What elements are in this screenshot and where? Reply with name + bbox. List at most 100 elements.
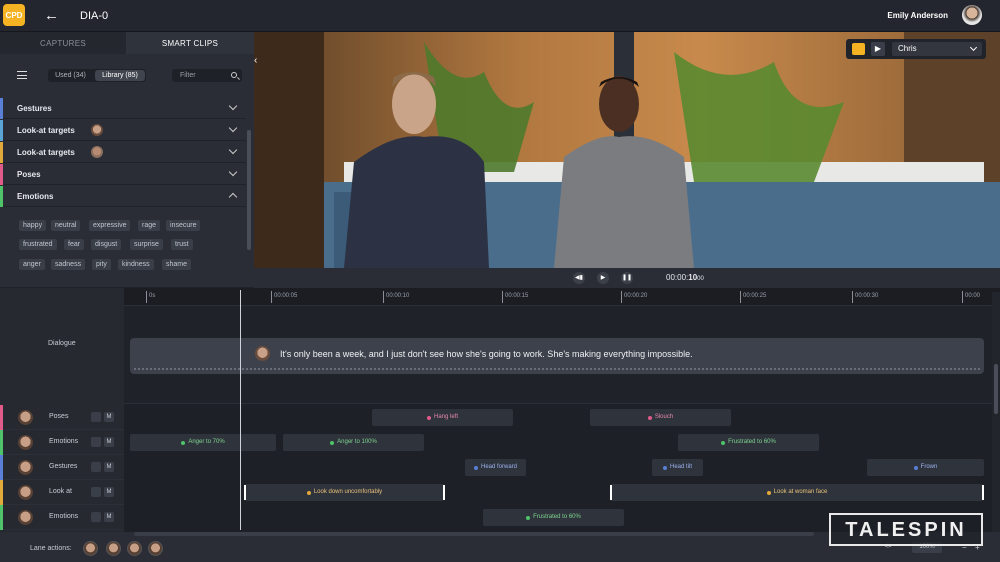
lane-track[interactable]: Head forward Head tilt Frown [124, 455, 992, 480]
timecode: 00:00:1000 [666, 273, 704, 282]
chip-pity[interactable]: pity [92, 259, 111, 270]
lane-color-bar [0, 480, 3, 505]
category-emotions[interactable]: Emotions [0, 186, 246, 207]
camera-picker: ▶ Chris [846, 39, 986, 59]
character-icon[interactable] [852, 43, 865, 55]
lane-color-bar [0, 505, 3, 530]
character-face-icon [18, 410, 33, 425]
pause-icon[interactable]: ❚❚ [621, 272, 633, 284]
character-face-icon[interactable] [106, 541, 121, 556]
lane-track[interactable]: Anger to 70% Anger to 100% Frustrated to… [124, 430, 992, 455]
lane-track[interactable]: Hang left Slouch [124, 405, 992, 430]
filter-input[interactable]: Filter [172, 69, 242, 82]
chip-insecure[interactable]: insecure [166, 220, 201, 231]
clip-head-tilt[interactable]: Head tilt [652, 459, 703, 476]
clip-head-forward[interactable]: Head forward [465, 459, 526, 476]
character-face-icon[interactable] [127, 541, 142, 556]
clip-trim-handle[interactable] [982, 485, 984, 500]
lane-mute-button[interactable]: M [104, 412, 114, 422]
clip-trim-handle[interactable] [443, 485, 445, 500]
lane-visibility-checkbox[interactable] [91, 412, 101, 422]
user-name[interactable]: Emily Anderson [887, 11, 948, 20]
chip-neutral[interactable]: neutral [51, 220, 81, 231]
used-toggle[interactable]: Used (34) [48, 69, 93, 82]
clip-slouch[interactable]: Slouch [590, 409, 731, 426]
library-toggle[interactable]: Library (85) [95, 70, 145, 81]
character-face-icon[interactable] [83, 541, 98, 556]
category-label: Emotions [17, 192, 54, 201]
clip-frustrated-60[interactable]: Frustrated to 60% [678, 434, 819, 451]
lane-visibility-checkbox[interactable] [91, 487, 101, 497]
clip-label: Hang left [433, 414, 458, 420]
timecode-seconds: 10 [688, 273, 698, 282]
lane-color-bar [0, 430, 3, 455]
clip-label: Frustrated to 60% [533, 514, 581, 520]
lane-mute-button[interactable]: M [104, 512, 114, 522]
lane-track[interactable]: Look down uncomfortably Look at woman fa… [124, 480, 992, 505]
chip-trust[interactable]: trust [171, 239, 193, 250]
chip-kindness[interactable]: kindness [118, 259, 154, 270]
chip-surprise[interactable]: surprise [130, 239, 163, 250]
scene-viewport[interactable] [254, 32, 1000, 268]
character-face-icon[interactable] [148, 541, 163, 556]
category-look-at-targets-1[interactable]: Look-at targets [0, 120, 246, 141]
skip-back-icon[interactable]: ◀▮ [573, 272, 585, 284]
chip-rage[interactable]: rage [138, 220, 161, 231]
clip-frustrated-60-b[interactable]: Frustrated to 60% [483, 509, 624, 526]
scroll-thumb[interactable] [994, 364, 998, 414]
chip-frustrated[interactable]: frustrated [19, 239, 57, 250]
lane-visibility-checkbox[interactable] [91, 437, 101, 447]
left-panel-scrollbar[interactable] [247, 130, 251, 250]
clip-look-down[interactable]: Look down uncomfortably [244, 484, 445, 501]
play-icon[interactable]: ▶ [597, 272, 609, 284]
chip-shame[interactable]: shame [162, 259, 192, 270]
arrow-left-icon[interactable]: ← [44, 7, 59, 24]
time-ruler[interactable]: 0s 00:00:05 00:00:10 00:00:15 00:00:20 0… [124, 288, 1000, 306]
clip-trim-handle[interactable] [244, 485, 246, 500]
lane-visibility-checkbox[interactable] [91, 512, 101, 522]
lane-mute-button[interactable]: M [104, 437, 114, 447]
lane-label: Look at [49, 488, 72, 495]
category-gestures[interactable]: Gestures [0, 98, 246, 119]
chip-happy[interactable]: happy [19, 220, 47, 231]
clip-label: Anger to 100% [337, 439, 377, 445]
chip-expressive[interactable]: expressive [89, 220, 131, 231]
category-poses[interactable]: Poses [0, 164, 246, 185]
clip-anger-70[interactable]: Anger to 70% [130, 434, 276, 451]
tab-smart-clips[interactable]: SMART CLIPS [126, 32, 254, 54]
camera-select[interactable]: Chris [892, 42, 982, 56]
clip-look-at-woman[interactable]: Look at woman face [610, 484, 984, 501]
lane-emotions: Emotions M Anger to 70% Anger to 100% Fr… [0, 430, 992, 455]
clip-label: Head forward [480, 464, 518, 470]
lane-actions-label: Lane actions: [30, 545, 72, 552]
clip-dot [306, 490, 311, 495]
lane-mute-button[interactable]: M [104, 487, 114, 497]
tab-captures[interactable]: CAPTURES [0, 32, 126, 54]
lane-color-bar [0, 405, 3, 430]
chevron-down-icon [228, 145, 238, 155]
playhead[interactable] [240, 290, 241, 530]
chip-disgust[interactable]: disgust [91, 239, 122, 250]
play-icon[interactable]: ▶ [871, 42, 885, 56]
timecode-frames: 00 [697, 276, 704, 282]
clip-frown[interactable]: Frown [867, 459, 984, 476]
lane-label: Emotions [49, 513, 79, 520]
avatar[interactable] [962, 5, 982, 25]
lane-visibility-checkbox[interactable] [91, 462, 101, 472]
clip-label: Look at woman face [773, 489, 828, 495]
lane-mute-button[interactable]: M [104, 462, 114, 472]
chip-sadness[interactable]: sadness [51, 259, 86, 270]
category-look-at-targets-2[interactable]: Look-at targets [0, 142, 246, 163]
collapse-panel-icon[interactable]: ‹ [254, 55, 264, 69]
app-logo[interactable]: CPD [3, 4, 25, 26]
chip-fear[interactable]: fear [64, 239, 85, 250]
clip-hang-left[interactable]: Hang left [372, 409, 513, 426]
category-color-bar [0, 98, 3, 119]
menu-icon[interactable] [17, 71, 27, 79]
timeline-horizontal-scrollbar[interactable] [134, 532, 814, 536]
dialogue-clip[interactable]: It's only been a week, and I just don't … [130, 338, 984, 374]
clip-anger-100[interactable]: Anger to 100% [283, 434, 424, 451]
timeline-vertical-scrollbar[interactable] [992, 292, 1000, 532]
chip-anger[interactable]: anger [19, 259, 45, 270]
clip-trim-handle[interactable] [610, 485, 612, 500]
